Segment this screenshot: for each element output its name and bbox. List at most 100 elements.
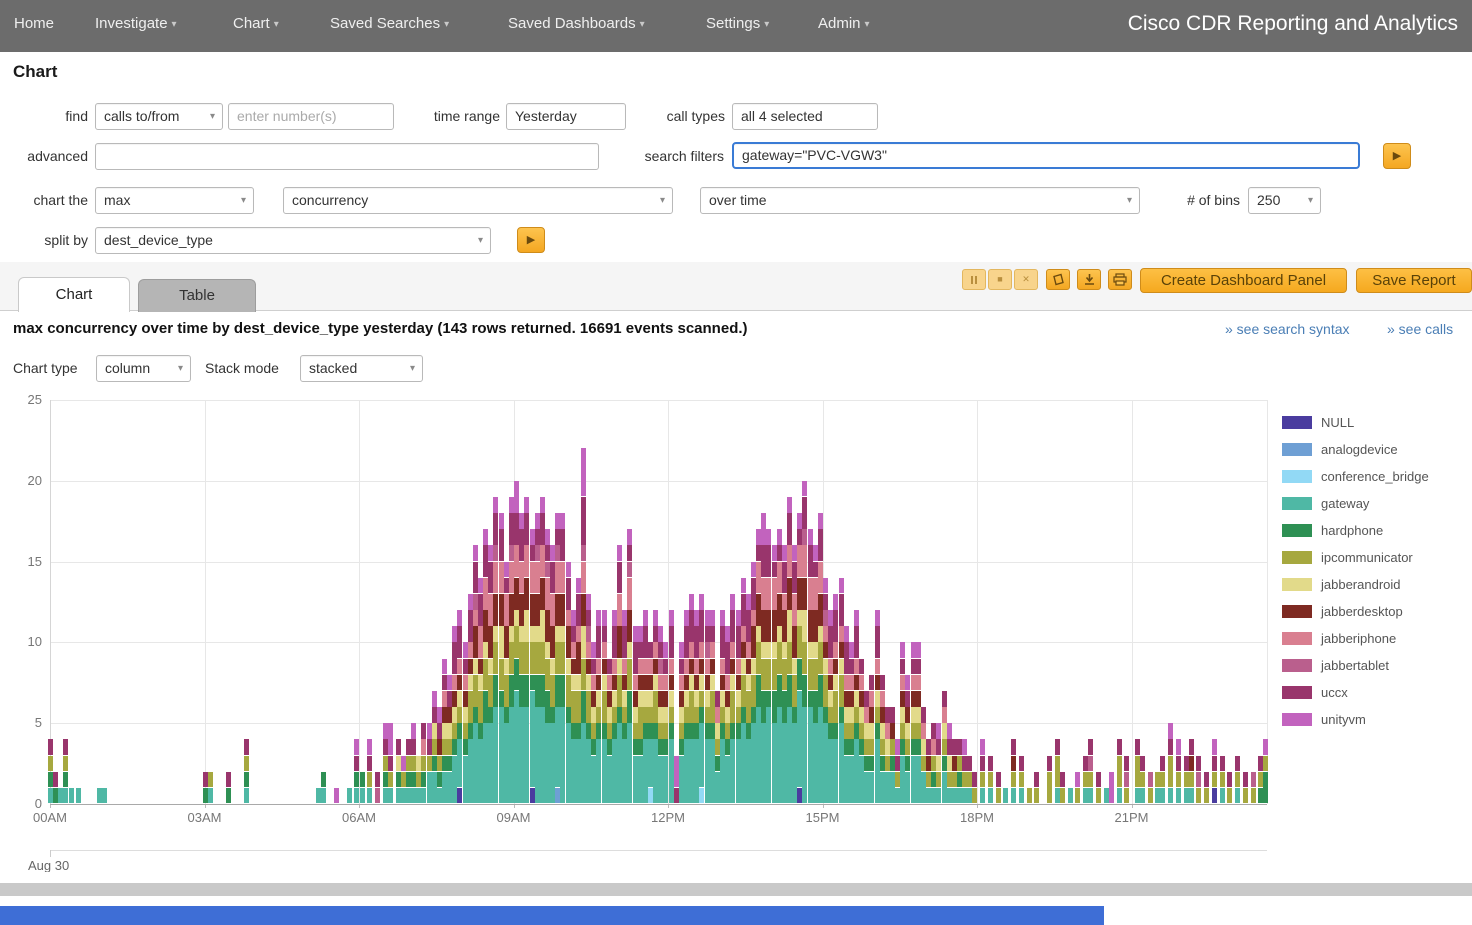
bar-segment-hardphone[interactable] bbox=[493, 675, 498, 707]
bar-segment-uccx[interactable] bbox=[890, 707, 895, 723]
bar-segment-unityvm[interactable] bbox=[602, 610, 607, 626]
bar-segment-ipcommunicator[interactable] bbox=[1235, 772, 1240, 788]
bar-segment-unityvm[interactable] bbox=[617, 545, 622, 561]
tab-table[interactable]: Table bbox=[138, 279, 256, 312]
bar-segment-uccx[interactable] bbox=[766, 545, 771, 577]
bar-segment-jabberiphone[interactable] bbox=[921, 723, 926, 739]
bar-segment-unityvm[interactable] bbox=[766, 529, 771, 545]
bar-segment-hardphone[interactable] bbox=[1263, 772, 1268, 804]
export-download-button[interactable] bbox=[1077, 269, 1101, 290]
bar-segment-uccx[interactable] bbox=[244, 739, 249, 755]
bar-segment-uccx[interactable] bbox=[802, 497, 807, 529]
create-dashboard-panel-button[interactable]: Create Dashboard Panel bbox=[1140, 268, 1347, 293]
bar-segment-gateway[interactable] bbox=[1160, 788, 1165, 804]
bar-segment-uccx[interactable] bbox=[880, 675, 885, 691]
bar-segment-ipcommunicator[interactable] bbox=[1243, 788, 1248, 804]
bar-segment-jabberandroid[interactable] bbox=[524, 610, 529, 642]
bar-segment-uccx[interactable] bbox=[1060, 772, 1065, 788]
bar-segment-unityvm[interactable] bbox=[875, 610, 880, 626]
bar-segment-unityvm[interactable] bbox=[560, 513, 565, 529]
bar-segment-uccx[interactable] bbox=[818, 529, 823, 561]
bar-segment-gateway[interactable] bbox=[524, 707, 529, 803]
bar-segment-hardphone[interactable] bbox=[596, 723, 601, 739]
bar-segment-jabbertablet[interactable] bbox=[1196, 772, 1201, 788]
bar-segment-jabberiphone[interactable] bbox=[833, 642, 838, 658]
bar-segment-ipcommunicator[interactable] bbox=[1263, 756, 1268, 772]
cancel-button[interactable]: ✕ bbox=[1014, 269, 1038, 290]
chart-type-select[interactable]: column▾ bbox=[96, 355, 191, 382]
bar-segment-hardphone[interactable] bbox=[321, 772, 326, 788]
bar-segment-jabberandroid[interactable] bbox=[802, 610, 807, 642]
bar-segment-ipcommunicator[interactable] bbox=[1011, 772, 1016, 788]
bar-segment-uccx[interactable] bbox=[916, 659, 921, 675]
bar-segment-unityvm[interactable] bbox=[699, 594, 704, 610]
bar-segment-uccx[interactable] bbox=[710, 626, 715, 642]
bar-segment-unityvm[interactable] bbox=[947, 723, 952, 739]
nav-item-admin[interactable]: Admin▾ bbox=[818, 15, 870, 32]
bar-segment-gateway[interactable] bbox=[905, 772, 910, 804]
bar-segment-unityvm[interactable] bbox=[499, 513, 504, 529]
bar-segment-unityvm[interactable] bbox=[540, 497, 545, 513]
bar-segment-uccx[interactable] bbox=[699, 610, 704, 642]
time-range-picker[interactable]: Yesterday bbox=[506, 103, 626, 130]
bar-segment-unityvm[interactable] bbox=[823, 578, 828, 594]
bar-segment-gateway[interactable] bbox=[730, 739, 735, 803]
bar-segment-ipcommunicator[interactable] bbox=[524, 642, 529, 674]
bar-segment-ipcommunicator[interactable] bbox=[1019, 772, 1024, 788]
bar-segment-uccx[interactable] bbox=[388, 756, 393, 772]
bar-segment-jabberandroid[interactable] bbox=[766, 642, 771, 658]
bar-segment-uccx[interactable] bbox=[499, 529, 504, 561]
bar-segment-unityvm[interactable] bbox=[710, 610, 715, 626]
bar-segment-uccx[interactable] bbox=[1189, 739, 1194, 755]
bar-segment-ipcommunicator[interactable] bbox=[730, 691, 735, 723]
bar-segment-ipcommunicator[interactable] bbox=[1075, 788, 1080, 804]
bar-segment-hardphone[interactable] bbox=[869, 756, 874, 772]
bar-segment-gateway[interactable] bbox=[367, 788, 372, 804]
bar-segment-unityvm[interactable] bbox=[1109, 772, 1114, 804]
stack-mode-select[interactable]: stacked▾ bbox=[300, 355, 423, 382]
bar-segment-gateway[interactable] bbox=[699, 723, 704, 787]
bar-segment-ipcommunicator[interactable] bbox=[1027, 788, 1032, 804]
bar-segment-uccx[interactable] bbox=[493, 513, 498, 545]
bar-segment-jabberdesktop[interactable] bbox=[890, 723, 895, 739]
bar-segment-jabberdesktop[interactable] bbox=[493, 594, 498, 626]
bar-segment-jabberiphone[interactable] bbox=[875, 659, 880, 675]
bar-segment-jabberiphone[interactable] bbox=[942, 707, 947, 723]
bar-segment-gateway[interactable] bbox=[321, 788, 326, 804]
bar-segment-uccx[interactable] bbox=[1034, 772, 1039, 788]
bar-segment-jabberiphone[interactable] bbox=[669, 659, 674, 675]
bar-segment-jabberdesktop[interactable] bbox=[457, 675, 462, 691]
bar-segment-jabberdesktop[interactable] bbox=[869, 707, 874, 723]
bar-segment-unityvm[interactable] bbox=[936, 723, 941, 739]
bar-segment-jabbertablet[interactable] bbox=[802, 529, 807, 545]
nav-item-saved-searches[interactable]: Saved Searches▾ bbox=[330, 15, 449, 32]
bar-segment-NULL[interactable] bbox=[1212, 788, 1217, 804]
bar-segment-gateway[interactable] bbox=[76, 788, 81, 804]
bar-segment-uccx[interactable] bbox=[63, 739, 68, 755]
bar-segment-ipcommunicator[interactable] bbox=[663, 723, 668, 739]
bar-segment-jabbertablet[interactable] bbox=[1148, 772, 1153, 788]
bar-segment-unityvm[interactable] bbox=[962, 739, 967, 755]
bar-segment-gateway[interactable] bbox=[988, 788, 993, 804]
bar-segment-unityvm[interactable] bbox=[1212, 739, 1217, 755]
bar-segment-gateway[interactable] bbox=[457, 739, 462, 787]
bar-segment-jabberandroid[interactable] bbox=[596, 691, 601, 707]
bar-segment-uccx[interactable] bbox=[833, 610, 838, 642]
bar-segment-hardphone[interactable] bbox=[663, 739, 668, 755]
bar-segment-uccx[interactable] bbox=[663, 659, 668, 675]
bar-segment-ipcommunicator[interactable] bbox=[1189, 772, 1194, 788]
bar-segment-jabberdesktop[interactable] bbox=[1011, 756, 1016, 772]
bar-segment-ipcommunicator[interactable] bbox=[669, 707, 674, 723]
bar-segment-gateway[interactable] bbox=[802, 707, 807, 803]
bar-segment-ipcommunicator[interactable] bbox=[208, 772, 213, 788]
bar-segment-hardphone[interactable] bbox=[802, 675, 807, 707]
bar-segment-unityvm[interactable] bbox=[483, 529, 488, 545]
bar-segment-uccx[interactable] bbox=[1019, 756, 1024, 772]
bar-segment-unityvm[interactable] bbox=[658, 626, 663, 642]
bar-segment-unityvm[interactable] bbox=[833, 594, 838, 610]
bar-segment-hardphone[interactable] bbox=[699, 707, 704, 723]
bar-segment-gateway[interactable] bbox=[936, 788, 941, 804]
bar-segment-gateway[interactable] bbox=[421, 788, 426, 804]
bar-segment-uccx[interactable] bbox=[1117, 739, 1122, 755]
bar-segment-unityvm[interactable] bbox=[627, 529, 632, 545]
